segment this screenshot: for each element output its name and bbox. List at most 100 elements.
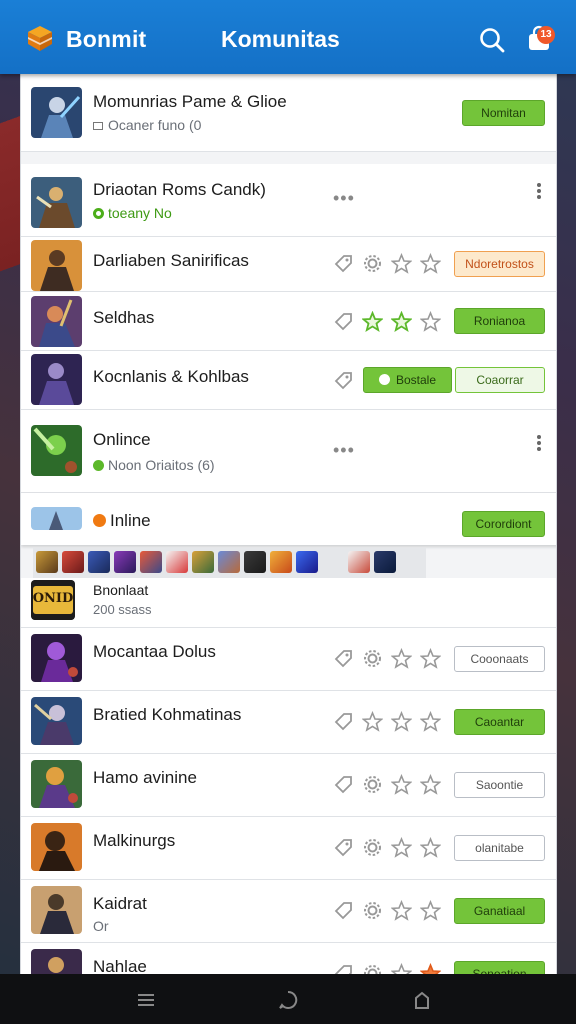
item-actions [333, 309, 441, 333]
game-icon[interactable] [322, 551, 344, 573]
game-icon-strip[interactable] [33, 548, 426, 578]
game-icon[interactable] [244, 551, 266, 573]
list-item[interactable]: Mocantaa Dolus Cooonaats [21, 628, 556, 691]
system-nav-bar [0, 974, 576, 1024]
list-item[interactable]: Nahlae Sonoation [21, 943, 556, 975]
list-item[interactable]: Kaidrat Or Ganatiaal [21, 880, 556, 943]
secondary-action-button[interactable]: Bostale [363, 367, 452, 393]
item-subtitle: 200 ssass [93, 602, 152, 617]
action-button[interactable]: Corordiont [462, 511, 545, 537]
online-status-icon [93, 208, 104, 219]
more-icon[interactable]: ••• [333, 188, 355, 209]
list-item[interactable]: Inline Corordiont [21, 493, 556, 545]
gear-icon[interactable] [362, 648, 383, 669]
game-thumbnail [31, 949, 82, 974]
tag-icon[interactable] [333, 900, 354, 921]
gear-icon[interactable] [362, 253, 383, 274]
action-button[interactable]: olanitabe [454, 835, 545, 861]
star-icon[interactable] [420, 962, 441, 975]
star-icon[interactable] [420, 310, 441, 332]
more-icon[interactable]: ••• [333, 440, 355, 461]
game-icon[interactable] [62, 551, 84, 573]
tag-icon[interactable] [333, 774, 354, 795]
gear-icon[interactable] [362, 900, 383, 921]
tag-icon[interactable] [333, 370, 354, 391]
action-button[interactable]: Coaorrar [455, 367, 545, 393]
gear-icon[interactable] [362, 774, 383, 795]
game-icon[interactable] [36, 551, 58, 573]
game-thumbnail [31, 87, 82, 138]
search-icon[interactable] [478, 26, 506, 54]
item-title-text: Inline [110, 511, 151, 530]
list-item[interactable]: Seldhas Ronianoa [21, 292, 556, 351]
list-item[interactable]: Hamo avinine Saoontie [21, 754, 556, 817]
game-icon[interactable] [218, 551, 240, 573]
game-icon[interactable] [88, 551, 110, 573]
status-icon [93, 514, 106, 527]
star-icon[interactable] [391, 899, 412, 921]
star-icon[interactable] [362, 710, 383, 732]
gear-icon[interactable] [362, 837, 383, 858]
star-icon[interactable] [362, 310, 383, 332]
action-button[interactable]: Sonoation [454, 961, 545, 974]
list-item[interactable]: Momunrias Pame & Glioe Ocaner funo (0 No… [21, 74, 556, 152]
tag-icon[interactable] [333, 963, 354, 975]
tag-icon[interactable] [333, 711, 354, 732]
action-button[interactable]: Saoontie [454, 772, 545, 798]
list-item[interactable]: Driaotan Roms Candk) toeany No ••• [21, 164, 556, 237]
online-status-icon [93, 460, 104, 471]
star-icon[interactable] [420, 836, 441, 858]
star-icon[interactable] [420, 710, 441, 732]
game-icon[interactable] [374, 551, 396, 573]
game-thumbnail [31, 697, 82, 745]
star-icon[interactable] [420, 252, 441, 274]
star-icon[interactable] [391, 710, 412, 732]
tag-icon[interactable] [333, 648, 354, 669]
star-icon[interactable] [391, 310, 412, 332]
back-icon[interactable] [412, 990, 432, 1010]
overflow-menu-icon[interactable] [536, 433, 542, 453]
game-icon[interactable] [140, 551, 162, 573]
list-item[interactable]: Bratied Kohmatinas Caoantar [21, 691, 556, 754]
home-icon[interactable] [278, 990, 298, 1010]
item-title: Kaidrat [93, 894, 147, 913]
tag-icon[interactable] [333, 837, 354, 858]
tag-icon[interactable] [333, 253, 354, 274]
list-item[interactable]: Darliaben Sanirificas Ndoretrostos [21, 237, 556, 292]
star-icon[interactable] [420, 647, 441, 669]
overflow-menu-icon[interactable] [536, 181, 542, 201]
star-icon[interactable] [391, 252, 412, 274]
game-icon[interactable] [114, 551, 136, 573]
action-button[interactable]: Caoantar [454, 709, 545, 735]
item-subtitle-text: Ocaner funo (0 [108, 117, 202, 133]
item-title: Malkinurgs [93, 831, 176, 850]
star-icon[interactable] [391, 773, 412, 795]
tag-icon[interactable] [333, 311, 354, 332]
gear-icon[interactable] [362, 963, 383, 975]
list-item[interactable]: ONID Bnonlaat 200 ssass [21, 578, 556, 628]
game-icon[interactable] [270, 551, 292, 573]
game-icon[interactable] [296, 551, 318, 573]
star-icon[interactable] [391, 836, 412, 858]
star-icon[interactable] [420, 899, 441, 921]
menu-icon[interactable] [136, 990, 156, 1010]
action-button[interactable]: Nomitan [462, 100, 545, 126]
action-button[interactable]: Ndoretrostos [454, 251, 545, 277]
action-button[interactable]: Ganatiaal [454, 898, 545, 924]
list-item[interactable]: Malkinurgs olanitabe [21, 817, 556, 880]
item-actions [333, 709, 441, 733]
item-actions [333, 251, 441, 275]
game-icon[interactable] [348, 551, 370, 573]
item-subtitle: toeany No [93, 205, 172, 221]
game-logo: ONID [31, 580, 75, 620]
star-icon[interactable] [391, 647, 412, 669]
star-icon[interactable] [420, 773, 441, 795]
list-item[interactable]: Kocnlanis & Kohlbas Bostale Coaorrar [21, 351, 556, 410]
game-icon[interactable] [192, 551, 214, 573]
star-icon[interactable] [391, 962, 412, 975]
community-list[interactable]: Momunrias Pame & Glioe Ocaner funo (0 No… [20, 74, 557, 974]
list-item[interactable]: Onlince Noon Oriaitos (6) ••• [21, 410, 556, 493]
game-icon[interactable] [166, 551, 188, 573]
action-button[interactable]: Cooonaats [454, 646, 545, 672]
action-button[interactable]: Ronianoa [454, 308, 545, 334]
